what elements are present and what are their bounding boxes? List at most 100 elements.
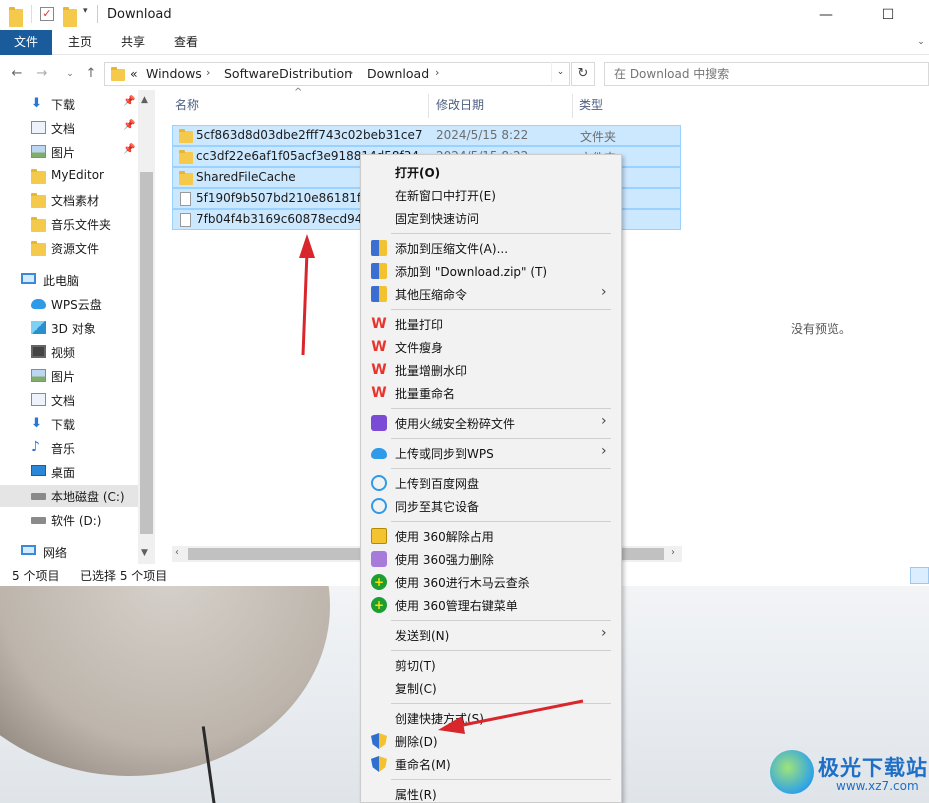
nav-item-documents-pc[interactable]: 文档 bbox=[0, 389, 138, 411]
refresh-icon[interactable]: ↻ bbox=[571, 62, 595, 86]
menu-item-huorong-shred[interactable]: 使用火绒安全粉碎文件 › bbox=[361, 411, 621, 434]
menu-item-sync-wps[interactable]: 上传或同步到WPS › bbox=[361, 441, 621, 464]
menu-item-batch-print[interactable]: W 批量打印 bbox=[361, 312, 621, 335]
nav-item-this-pc[interactable]: 此电脑 bbox=[0, 269, 138, 291]
menu-item-360-trojan-scan[interactable]: + 使用 360进行木马云查杀 bbox=[361, 570, 621, 593]
scroll-right-arrow-icon[interactable]: › bbox=[671, 547, 675, 558]
new-folder-icon[interactable] bbox=[63, 7, 77, 27]
breadcrumb-download[interactable]: Download bbox=[367, 66, 429, 81]
forward-arrow-icon[interactable]: → bbox=[33, 64, 51, 84]
nav-item-downloads[interactable]: ⬇ 下载 📌 bbox=[0, 93, 138, 115]
pin-icon[interactable]: 📌 bbox=[123, 120, 135, 131]
nav-item-3d-objects[interactable]: 3D 对象 bbox=[0, 317, 138, 339]
menu-item-open[interactable]: 打开(O) bbox=[361, 160, 621, 183]
nav-item-myeditor[interactable]: MyEditor bbox=[0, 165, 138, 187]
details-view-icon[interactable] bbox=[910, 567, 929, 584]
nav-item-network[interactable]: 网络 bbox=[0, 541, 138, 563]
nav-scrollbar[interactable]: ▲ ▼ bbox=[138, 90, 155, 564]
menu-item-batch-rename[interactable]: W 批量重命名 bbox=[361, 381, 621, 404]
tab-view[interactable]: 查看 bbox=[164, 30, 208, 55]
tab-home[interactable]: 主页 bbox=[58, 30, 102, 55]
menu-item-copy[interactable]: 复制(C) bbox=[361, 676, 621, 699]
nav-item-pictures-pc[interactable]: 图片 bbox=[0, 365, 138, 387]
menu-item-add-to-zip[interactable]: 添加到 "Download.zip" (T) bbox=[361, 259, 621, 282]
back-arrow-icon[interactable]: ← bbox=[8, 64, 26, 84]
menu-item-open-new-window[interactable]: 在新窗口中打开(E) bbox=[361, 183, 621, 206]
nav-item-music-folder[interactable]: 音乐文件夹 bbox=[0, 213, 138, 235]
properties-checkmark-icon[interactable]: ✓ bbox=[40, 7, 54, 21]
nav-item-pictures[interactable]: 图片 📌 bbox=[0, 141, 138, 163]
nav-item-downloads-pc[interactable]: ⬇ 下载 bbox=[0, 413, 138, 435]
scroll-down-arrow-icon[interactable]: ▼ bbox=[141, 548, 148, 558]
maximize-button[interactable]: ☐ bbox=[873, 4, 903, 26]
menu-item-rename[interactable]: 重命名(M) bbox=[361, 752, 621, 775]
preview-pane: 没有预览。 bbox=[682, 90, 929, 564]
customize-toolbar-chevron-icon[interactable]: ▾ bbox=[83, 6, 88, 24]
menu-item-360-force-delete[interactable]: 使用 360强力删除 bbox=[361, 547, 621, 570]
breadcrumb-separator-icon[interactable]: › bbox=[349, 66, 353, 79]
expand-ribbon-chevron-icon[interactable]: ⌄ bbox=[914, 30, 928, 55]
360-delete-icon bbox=[371, 551, 387, 567]
menu-item-batch-watermark[interactable]: W 批量增删水印 bbox=[361, 358, 621, 381]
address-bar[interactable]: « Windows › SoftwareDistribution › Downl… bbox=[104, 62, 570, 86]
nav-scrollbar-thumb[interactable] bbox=[140, 172, 153, 534]
menu-item-properties[interactable]: 属性(R) bbox=[361, 782, 621, 803]
tab-share[interactable]: 共享 bbox=[111, 30, 155, 55]
column-header-name[interactable]: 名称 bbox=[175, 96, 199, 113]
menu-item-create-shortcut[interactable]: 创建快捷方式(S) bbox=[361, 706, 621, 729]
menu-item-file-slim[interactable]: W 文件瘦身 bbox=[361, 335, 621, 358]
pin-icon[interactable]: 📌 bbox=[123, 96, 135, 107]
nav-item-resources[interactable]: 资源文件 bbox=[0, 237, 138, 259]
menu-item-baidu-upload[interactable]: 上传到百度网盘 bbox=[361, 471, 621, 494]
menu-separator bbox=[391, 309, 611, 310]
column-divider[interactable] bbox=[572, 94, 573, 118]
nav-item-label: 音乐文件夹 bbox=[51, 218, 112, 232]
menu-item-delete[interactable]: 删除(D) bbox=[361, 729, 621, 752]
nav-item-label: 此电脑 bbox=[43, 274, 80, 288]
menu-item-send-to[interactable]: 发送到(N) › bbox=[361, 623, 621, 646]
nav-item-videos[interactable]: 视频 bbox=[0, 341, 138, 363]
menu-item-pin-quick-access[interactable]: 固定到快速访问 bbox=[361, 206, 621, 229]
menu-separator bbox=[391, 468, 611, 469]
breadcrumb-softwaredistribution[interactable]: SoftwareDistribution bbox=[224, 66, 352, 81]
nav-item-desktop[interactable]: 桌面 bbox=[0, 461, 138, 483]
table-row[interactable]: 5cf863d8d03dbe2fff743c02beb31ce7 2024/5/… bbox=[172, 125, 681, 146]
column-header-type[interactable]: 类型 bbox=[579, 96, 603, 113]
column-divider[interactable] bbox=[428, 94, 429, 118]
column-header-date[interactable]: 修改日期 bbox=[436, 96, 484, 113]
nav-item-wps-cloud[interactable]: WPS云盘 bbox=[0, 293, 138, 315]
nav-item-drive-d[interactable]: 软件 (D:) bbox=[0, 509, 138, 531]
menu-item-cut[interactable]: 剪切(T) bbox=[361, 653, 621, 676]
nav-item-doc-materials[interactable]: 文档素材 bbox=[0, 189, 138, 211]
menu-item-sync-devices[interactable]: 同步至其它设备 bbox=[361, 494, 621, 517]
menu-item-other-compress[interactable]: 其他压缩命令 › bbox=[361, 282, 621, 305]
scroll-left-arrow-icon[interactable]: ‹ bbox=[175, 547, 179, 558]
file-type: 文件夹 bbox=[580, 130, 617, 144]
tab-file[interactable]: 文件 bbox=[0, 30, 52, 55]
window-title: Download bbox=[107, 7, 172, 22]
menu-item-label: 属性(R) bbox=[395, 788, 437, 802]
breadcrumb-separator-icon[interactable]: › bbox=[206, 66, 210, 79]
breadcrumb-overflow[interactable]: « bbox=[130, 66, 138, 81]
breadcrumb-windows[interactable]: Windows bbox=[146, 66, 202, 81]
file-name: 5cf863d8d03dbe2fff743c02beb31ce7 bbox=[196, 128, 423, 142]
recent-locations-chevron-icon[interactable]: ⌄ bbox=[61, 64, 79, 84]
nav-item-music[interactable]: ♪ 音乐 bbox=[0, 437, 138, 459]
uac-shield-icon bbox=[371, 756, 387, 772]
scroll-up-arrow-icon[interactable]: ▲ bbox=[141, 95, 148, 105]
nav-item-drive-c[interactable]: 本地磁盘 (C:) bbox=[0, 485, 138, 507]
breadcrumb-separator-icon[interactable]: › bbox=[435, 66, 439, 79]
menu-item-360-unlock[interactable]: 使用 360解除占用 bbox=[361, 524, 621, 547]
search-input[interactable] bbox=[605, 63, 928, 85]
minimize-button[interactable]: — bbox=[811, 4, 841, 26]
search-box[interactable] bbox=[604, 62, 929, 86]
menu-item-add-to-archive[interactable]: 添加到压缩文件(A)... bbox=[361, 236, 621, 259]
folder-icon bbox=[31, 217, 46, 232]
nav-item-label: 视频 bbox=[51, 346, 76, 360]
address-dropdown-chevron-icon[interactable]: ⌄ bbox=[551, 62, 569, 82]
nav-item-documents[interactable]: 文档 📌 bbox=[0, 117, 138, 139]
menu-item-360-manage-menu[interactable]: + 使用 360管理右键菜单 bbox=[361, 593, 621, 616]
menu-item-label: 在新窗口中打开(E) bbox=[395, 189, 496, 203]
pin-icon[interactable]: 📌 bbox=[123, 144, 135, 155]
up-arrow-icon[interactable]: ↑ bbox=[82, 64, 100, 84]
